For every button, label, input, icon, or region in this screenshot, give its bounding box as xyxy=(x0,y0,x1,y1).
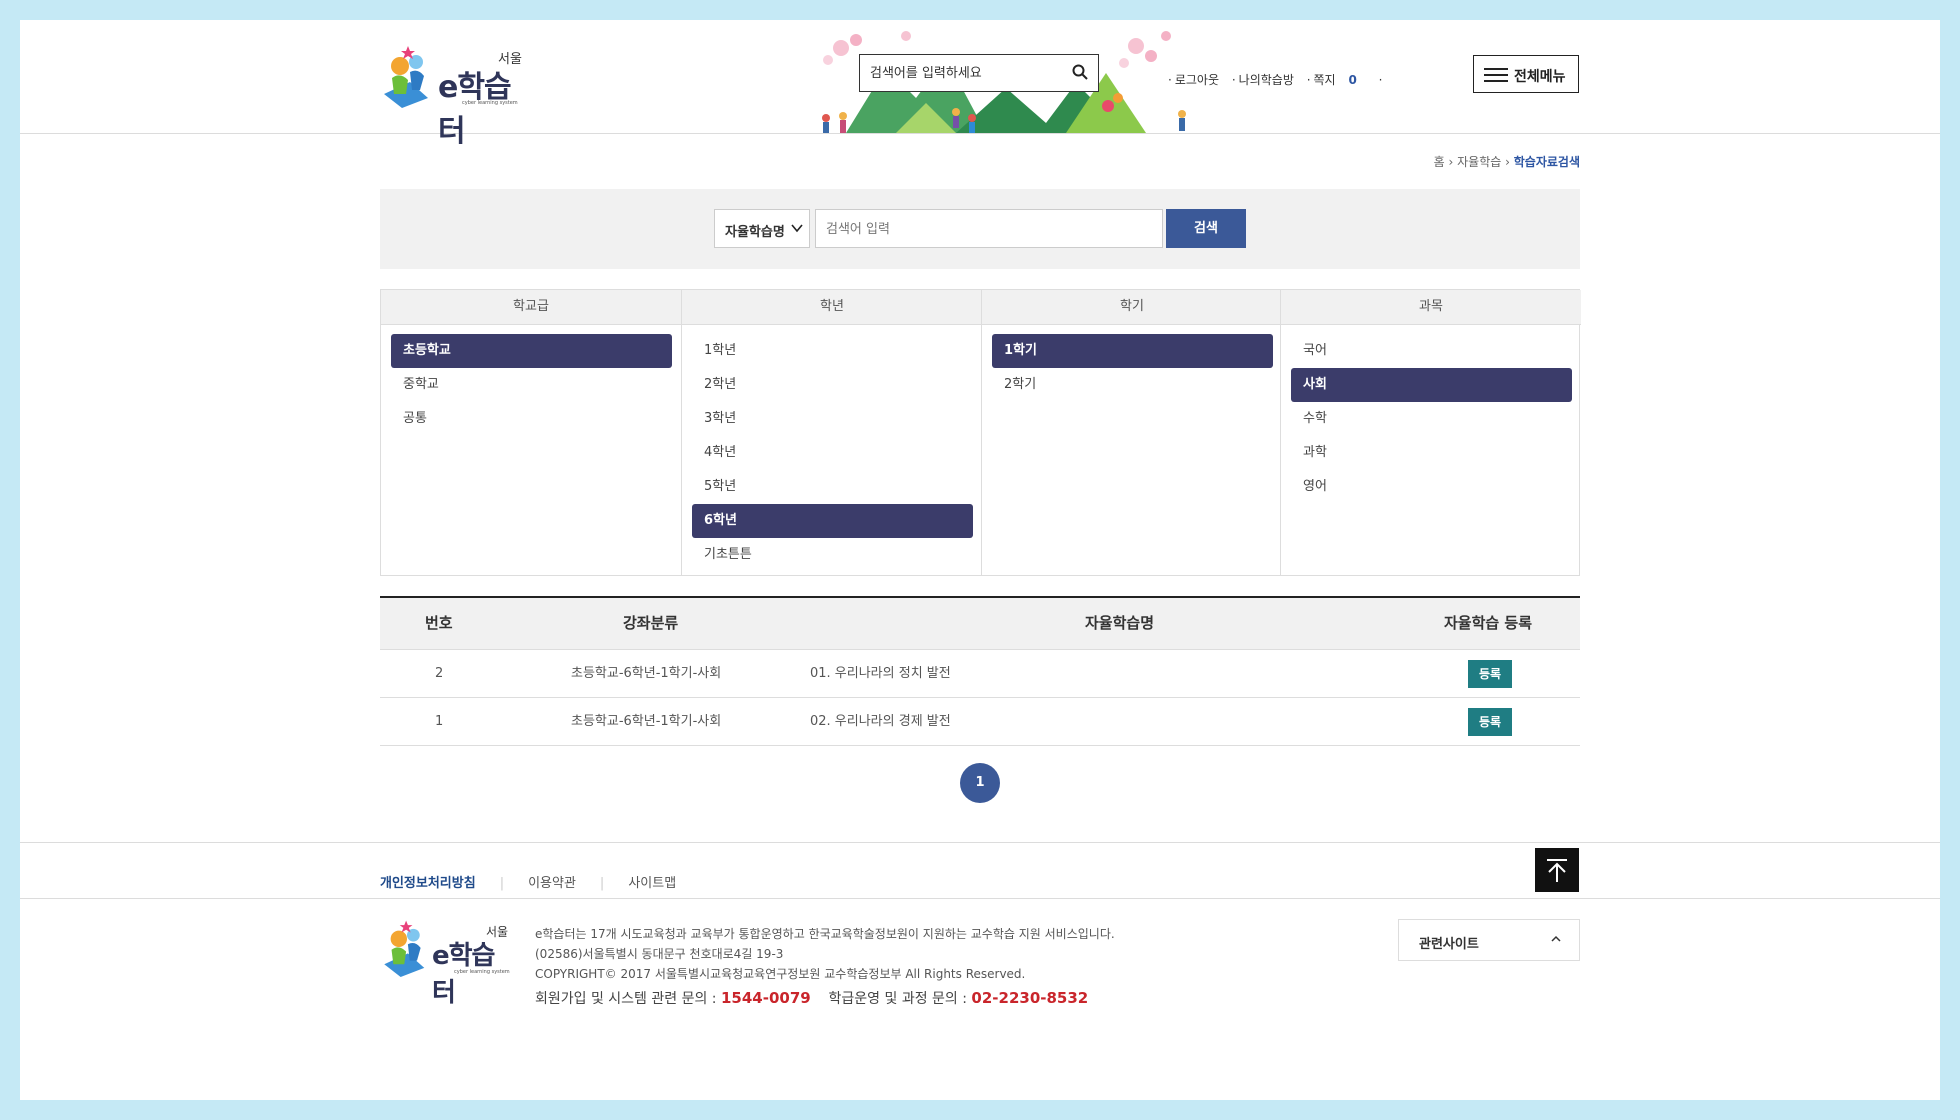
filter-item-elementary[interactable]: 초등학교 xyxy=(391,334,672,368)
register-button[interactable]: 등록 xyxy=(1468,660,1512,688)
service-description: e학습터는 17개 시도교육청과 교육부가 통합운영하고 한국교육학술정보원이 … xyxy=(535,927,1115,941)
category-filters: 학교급 초등학교 중학교 공통 학년 1학년 2학년 3학년 4학년 5학년 6… xyxy=(380,289,1581,576)
breadcrumb-home[interactable]: 홈 xyxy=(1434,155,1445,169)
page: 서울 e학습터 cyber learning system 검색어를 입력하세요… xyxy=(20,20,1940,1100)
scroll-top-button[interactable] xyxy=(1535,848,1579,892)
message-link[interactable]: 쪽지 0 xyxy=(1314,73,1366,87)
col-header-title: 자율학습명 xyxy=(1085,614,1155,632)
filter-item-semester-1[interactable]: 1학기 xyxy=(992,334,1273,368)
copyright: COPYRIGHT© 2017 서울특별시교육청교육연구정보원 교수학습정보부 … xyxy=(535,967,1026,981)
privacy-policy-link[interactable]: 개인정보처리방침 xyxy=(380,872,476,891)
footer-links: 개인정보처리방침 | 이용약관 | 사이트맵 xyxy=(380,872,676,891)
keyword-input[interactable] xyxy=(826,220,1146,238)
filter-subject: 과목 국어 사회 수학 과학 영어 xyxy=(1280,290,1581,575)
filter-item-grade-4[interactable]: 4학년 xyxy=(692,436,973,470)
site-header: 서울 e학습터 cyber learning system 검색어를 입력하세요… xyxy=(20,20,1940,149)
filter-item-grade-6[interactable]: 6학년 xyxy=(692,504,973,538)
filter-item-english[interactable]: 영어 xyxy=(1291,470,1572,504)
chevron-down-icon xyxy=(791,224,803,233)
filter-item-semester-2[interactable]: 2학기 xyxy=(992,368,1273,402)
related-sites-label: 관련사이트 xyxy=(1419,937,1479,952)
col-header-register: 자율학습 등록 xyxy=(1444,614,1533,632)
filter-item-social[interactable]: 사회 xyxy=(1291,368,1572,402)
breadcrumb-self-study[interactable]: 자율학습 xyxy=(1457,155,1501,169)
keyword-field xyxy=(815,209,1163,248)
filter-item-grade-3[interactable]: 3학년 xyxy=(692,402,973,436)
breadcrumb-current: 학습자료검색 xyxy=(1513,155,1580,169)
filter-header: 학기 xyxy=(982,290,1282,325)
filter-header: 학교급 xyxy=(381,290,681,325)
chevron-up-icon xyxy=(1551,935,1561,942)
table-header-row: 번호 강좌분류 자율학습명 자율학습 등록 xyxy=(380,598,1580,650)
row-title[interactable]: 01. 우리나라의 정치 발전 xyxy=(810,650,951,697)
contact-label-system: 회원가입 및 시스템 관련 문의 : xyxy=(535,991,717,1007)
contact-phone-system: 1544-0079 xyxy=(720,989,811,1007)
contact-line: 회원가입 및 시스템 관련 문의 : 1544-0079 학급운영 및 과정 문… xyxy=(535,988,1115,1009)
results-table: 번호 강좌분류 자율학습명 자율학습 등록 2 초등학교-6학년-1학기-사회 … xyxy=(380,596,1580,746)
row-number: 1 xyxy=(435,714,444,729)
header-search-input[interactable] xyxy=(870,63,1050,83)
filter-item-science[interactable]: 과학 xyxy=(1291,436,1572,470)
footer-divider xyxy=(20,842,1940,843)
table-row: 2 초등학교-6학년-1학기-사회 01. 우리나라의 정치 발전 등록 xyxy=(380,650,1580,698)
page-1-button[interactable]: 1 xyxy=(960,763,1000,803)
filter-semester: 학기 1학기 2학기 xyxy=(981,290,1282,575)
my-study-room-link[interactable]: 나의학습방 xyxy=(1239,73,1294,87)
chevron-right-icon: › xyxy=(1505,155,1514,169)
search-type-value: 자율학습명 xyxy=(725,225,785,240)
footer-logo[interactable]: 서울 e학습터 cyber learning system xyxy=(380,917,515,1008)
hamburger-icon xyxy=(1484,68,1508,82)
filter-item-grade-5[interactable]: 5학년 xyxy=(692,470,973,504)
logout-link[interactable]: 로그아웃 xyxy=(1175,73,1219,87)
util-links: · 로그아웃 · 나의학습방 · 쪽지 0 · xyxy=(1168,73,1383,87)
filter-header: 학년 xyxy=(682,290,982,325)
footer-info: e학습터는 17개 시도교육청과 교육부가 통합운영하고 한국교육학술정보원이 … xyxy=(535,924,1115,1009)
breadcrumb: 홈 › 자율학습 › 학습자료검색 xyxy=(1434,153,1580,170)
logo-mascot-icon xyxy=(384,46,428,108)
filter-item-common[interactable]: 공통 xyxy=(391,402,672,436)
contact-label-course: 학급운영 및 과정 문의 : xyxy=(828,991,967,1007)
row-number: 2 xyxy=(435,666,444,681)
logo-mascot-icon xyxy=(384,920,425,977)
message-link-label: 쪽지 xyxy=(1313,73,1336,87)
search-button[interactable]: 검색 xyxy=(1166,209,1246,248)
logo-tagline: cyber learning system xyxy=(454,969,510,975)
terms-link[interactable]: 이용약관 xyxy=(528,872,576,891)
filter-item-basics[interactable]: 기초튼튼 xyxy=(692,538,973,572)
logo-brand-text: e학습터 xyxy=(438,70,512,149)
sitemap-link[interactable]: 사이트맵 xyxy=(628,872,676,891)
filter-item-korean[interactable]: 국어 xyxy=(1291,334,1572,368)
address: (02586)서울특별시 동대문구 천호대로4길 19-3 xyxy=(535,947,784,961)
all-menu-button[interactable]: 전체메뉴 xyxy=(1473,55,1579,93)
filter-item-middle[interactable]: 중학교 xyxy=(391,368,672,402)
site-logo[interactable]: 서울 e학습터 cyber learning system xyxy=(380,42,530,149)
header-search xyxy=(859,54,1099,92)
row-title[interactable]: 02. 우리나라의 경제 발전 xyxy=(810,698,951,745)
filter-item-math[interactable]: 수학 xyxy=(1291,402,1572,436)
related-sites-select[interactable]: 관련사이트 xyxy=(1398,919,1580,961)
row-category: 초등학교-6학년-1학기-사회 xyxy=(571,666,722,681)
register-button[interactable]: 등록 xyxy=(1468,708,1512,736)
filter-header: 과목 xyxy=(1281,290,1581,325)
chevron-right-icon: › xyxy=(1448,155,1458,169)
logo-tagline: cyber learning system xyxy=(462,100,518,106)
all-menu-label: 전체메뉴 xyxy=(1514,69,1566,85)
table-row: 1 초등학교-6학년-1학기-사회 02. 우리나라의 경제 발전 등록 xyxy=(380,698,1580,746)
search-type-select[interactable]: 자율학습명 xyxy=(714,209,810,248)
message-count: 0 xyxy=(1348,73,1357,87)
search-icon[interactable] xyxy=(1072,64,1088,80)
filter-grade: 학년 1학년 2학년 3학년 4학년 5학년 6학년 기초튼튼 xyxy=(681,290,982,575)
col-header-category: 강좌분류 xyxy=(623,614,679,632)
row-category: 초등학교-6학년-1학기-사회 xyxy=(571,714,722,729)
filter-item-grade-2[interactable]: 2학년 xyxy=(692,368,973,402)
filter-item-grade-1[interactable]: 1학년 xyxy=(692,334,973,368)
arrow-up-icon xyxy=(1547,859,1567,882)
contact-phone-course: 02-2230-8532 xyxy=(971,989,1089,1007)
filter-school-level: 학교급 초등학교 중학교 공통 xyxy=(381,290,681,575)
col-header-number: 번호 xyxy=(425,614,453,632)
footer-divider xyxy=(20,898,1940,899)
